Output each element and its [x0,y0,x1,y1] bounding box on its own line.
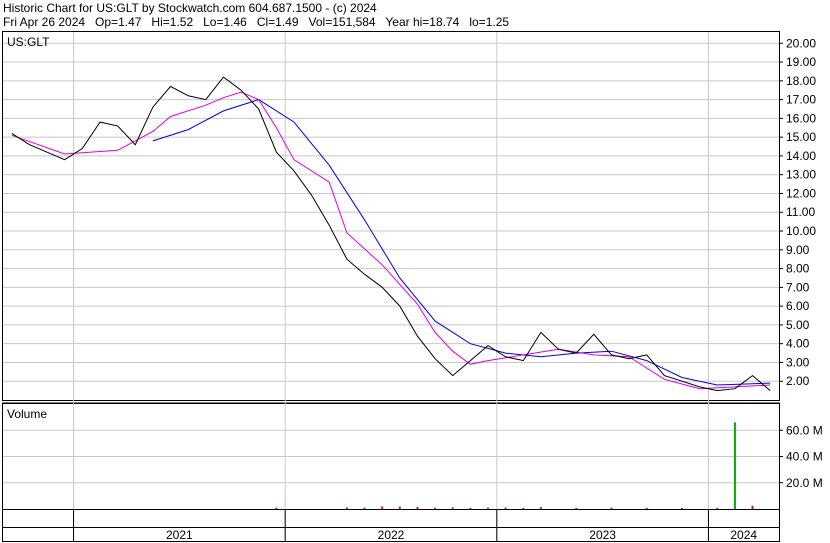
volume-bar [381,506,384,509]
volume-bar [469,507,472,509]
volume-bar [681,507,683,509]
price-tick-label: 13.00 [786,168,816,182]
volume-bar [610,507,613,509]
volume-bar [751,505,754,509]
price-tick-label: 19.00 [786,55,816,69]
stock-chart: 20.00 19.00 18.00 17.00 16.00 15.00 14.00 13.00… [2,31,823,542]
price-tick-label: 14.00 [786,149,816,163]
volume-bar [645,507,648,509]
price-tick-label: 6.00 [786,299,810,313]
volume-tick-label: 20.0 M [786,476,823,490]
price-tick-label: 20.00 [786,36,816,50]
price-tick-label: 2.00 [786,374,810,388]
price-tick-label: 16.00 [786,111,816,125]
year-label: 2023 [589,528,616,542]
volume-bar [363,507,366,509]
volume-bar [733,422,736,509]
price-tick-label: 5.00 [786,318,810,332]
volume-panel-title: Volume [7,407,47,421]
volume-bar [504,507,507,509]
volume-bar [716,507,719,509]
price-tick-label: 7.00 [786,280,810,294]
price-tick-label: 17.00 [786,93,816,107]
price-tick-label: 18.00 [786,74,816,88]
price-tick-label: 10.00 [786,224,816,238]
price-tick-label: 12.00 [786,186,816,200]
volume-bar [575,507,578,509]
volume-bar [451,507,454,509]
volume-bar [539,507,542,509]
price-panel-frame [2,31,780,401]
volume-bar [434,507,437,509]
price-tick-label: 9.00 [786,243,810,257]
volume-tick-label: 40.0 M [786,450,823,464]
price-tick-label: 4.00 [786,337,810,351]
price-tick-label: 8.00 [786,262,810,276]
volume-bar [398,506,401,509]
volume-bar [522,507,525,509]
year-label: 2024 [730,528,757,542]
price-tick-label: 3.00 [786,355,810,369]
price-tick-label: 11.00 [786,205,815,219]
year-label: 2021 [166,528,193,542]
volume-tick-label: 60.0 M [786,423,823,437]
volume-bar [487,507,489,509]
volume-bar [275,507,278,509]
volume-bar [345,507,348,509]
volume-bar [416,507,419,509]
symbol-label: US:GLT [7,35,50,49]
price-tick-label: 15.00 [786,130,816,144]
year-label: 2022 [378,528,405,542]
